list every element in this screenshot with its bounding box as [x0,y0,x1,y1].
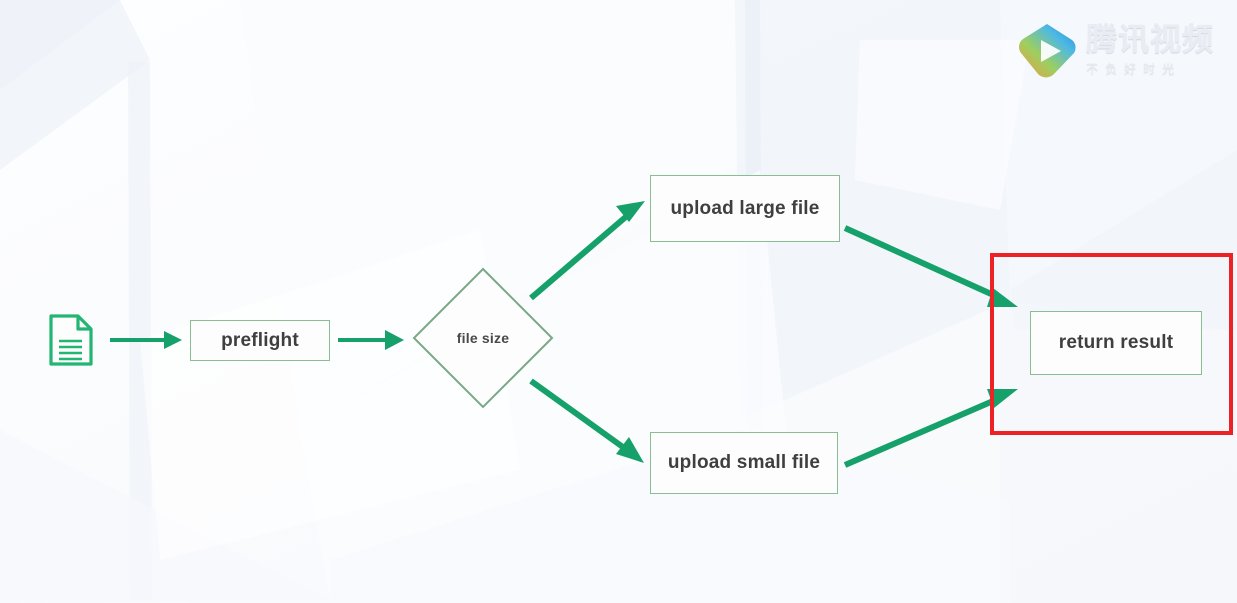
node-upload-large-file[interactable]: upload large file [650,175,840,242]
node-upload-large-file-label: upload large file [670,197,820,219]
watermark-sub-text: 不负好时光 [1086,61,1182,76]
node-upload-small-file[interactable]: upload small file [650,432,838,494]
watermark-main-text: 腾讯视频 [1086,22,1214,57]
document-icon [48,313,94,367]
node-upload-small-file-label: upload small file [667,452,821,473]
node-file-size-label: file size [456,330,510,346]
flowchart-canvas: preflight file size upload large file up… [0,0,1237,603]
node-preflight[interactable]: preflight [190,320,330,361]
play-triangle-icon [1019,24,1076,78]
edge-upload-large-file-to-return-result [843,225,1018,307]
node-file-size[interactable]: file size [411,266,555,410]
node-return-result[interactable]: return result [1030,311,1202,375]
tencent-video-watermark: 腾讯视频 不负好时光 [1016,20,1216,94]
node-preflight-label: preflight [221,329,299,351]
node-return-result-label: return result [1058,332,1174,353]
edge-preflight-to-file-size [338,330,404,350]
edge-document-to-preflight [110,331,182,349]
edge-upload-small-file-to-return-result [843,389,1018,468]
